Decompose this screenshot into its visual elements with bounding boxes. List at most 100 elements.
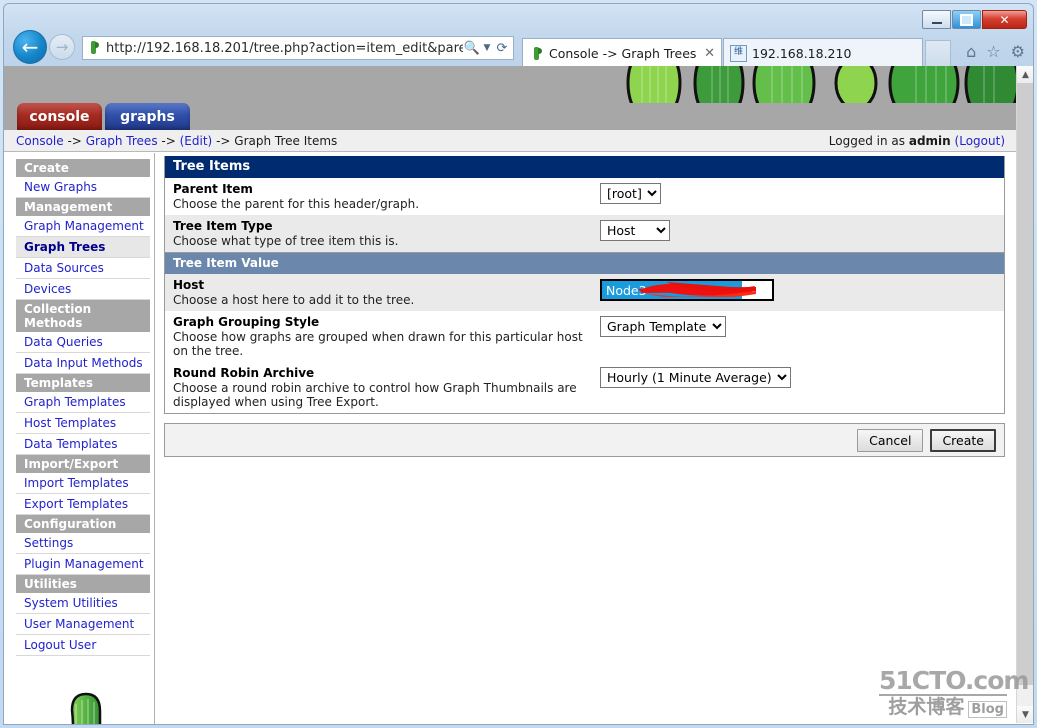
sidebar-item-new-graphs[interactable]: New Graphs bbox=[16, 177, 150, 198]
scrollbar-thumb[interactable] bbox=[1017, 83, 1033, 685]
host-select-value: Node3 bbox=[602, 281, 742, 299]
form-row-host: Host Choose a host here to add it to the… bbox=[165, 274, 1004, 311]
cactus-icon bbox=[70, 692, 101, 724]
sidebar-item-export-templates[interactable]: Export Templates bbox=[16, 494, 150, 515]
close-button[interactable]: ✕ bbox=[982, 10, 1027, 29]
sidebar-item-plugin-management[interactable]: Plugin Management bbox=[16, 554, 150, 575]
form-row-tree-item-type: Tree Item Type Choose what type of tree … bbox=[165, 215, 1004, 252]
breadcrumb: Console -> Graph Trees -> (Edit) -> Grap… bbox=[4, 134, 337, 148]
sidebar-item-data-sources[interactable]: Data Sources bbox=[16, 258, 150, 279]
sidebar-item-user-management[interactable]: User Management bbox=[16, 614, 150, 635]
browser-tab-1[interactable]: Console -> Graph Trees ... ✕ bbox=[522, 38, 722, 67]
help-tree-item-type: Choose what type of tree item this is. bbox=[173, 234, 399, 248]
back-button[interactable]: ← bbox=[13, 30, 47, 64]
form-button-row: Cancel Create bbox=[164, 423, 1005, 457]
sidebar-header-import-export: Import/Export bbox=[16, 455, 150, 473]
sidebar-item-logout-user[interactable]: Logout User bbox=[16, 635, 150, 656]
sidebar-header-management: Management bbox=[16, 198, 150, 216]
form-row-parent-item-control: [root] bbox=[600, 182, 998, 204]
sidebar-item-data-input-methods[interactable]: Data Input Methods bbox=[16, 353, 150, 374]
browser-tab-2[interactable]: 维 192.168.18.210 bbox=[723, 38, 923, 67]
forward-arrow-icon: → bbox=[55, 37, 69, 56]
label-parent-item: Parent Item bbox=[173, 182, 253, 196]
cacti-banner bbox=[4, 66, 1017, 105]
sidebar-item-import-templates[interactable]: Import Templates bbox=[16, 473, 150, 494]
tab-graphs[interactable]: graphs bbox=[105, 103, 190, 130]
form-row-round-robin-archive-control: Hourly (1 Minute Average) bbox=[600, 366, 998, 388]
help-round-robin-archive: Choose a round robin archive to control … bbox=[173, 381, 577, 409]
breadcrumb-graph-trees[interactable]: Graph Trees bbox=[86, 134, 158, 148]
login-prefix: Logged in as bbox=[828, 133, 906, 148]
sidebar-header-create: Create bbox=[16, 159, 150, 177]
scroll-down-button[interactable]: ▼ bbox=[1017, 706, 1033, 723]
help-host: Choose a host here to add it to the tree… bbox=[173, 293, 415, 307]
label-host: Host bbox=[173, 278, 205, 292]
new-tab-button[interactable] bbox=[925, 40, 951, 67]
cancel-button[interactable]: Cancel bbox=[857, 428, 924, 452]
help-parent-item: Choose the parent for this header/graph. bbox=[173, 197, 420, 211]
sidebar: Create New Graphs Management Graph Manag… bbox=[4, 153, 155, 724]
refresh-icon[interactable]: ⟳ bbox=[493, 41, 511, 56]
create-button[interactable]: Create bbox=[930, 428, 996, 452]
logout-link[interactable]: (Logout) bbox=[955, 134, 1005, 148]
login-info: Logged in as admin (Logout) bbox=[829, 134, 1017, 148]
chevron-down-icon[interactable]: ▼ bbox=[481, 43, 493, 53]
form-row-tree-item-type-desc: Tree Item Type Choose what type of tree … bbox=[173, 219, 600, 248]
sidebar-item-graph-templates[interactable]: Graph Templates bbox=[16, 392, 150, 413]
tree-item-type-select[interactable]: Host bbox=[600, 220, 670, 241]
home-icon[interactable]: ⌂ bbox=[966, 42, 976, 61]
tab-console[interactable]: console bbox=[17, 103, 102, 130]
maximize-button[interactable] bbox=[952, 10, 981, 29]
sidebar-header-configuration: Configuration bbox=[16, 515, 150, 533]
tree-items-form: Tree Items Parent Item Choose the parent… bbox=[164, 156, 1005, 414]
breadcrumb-sep-1: -> bbox=[67, 133, 82, 148]
close-icon: ✕ bbox=[999, 12, 1010, 27]
login-username: admin bbox=[908, 133, 951, 148]
address-bar[interactable]: http://192.168.18.201/tree.php?action=it… bbox=[82, 36, 514, 60]
search-icon[interactable]: 🔍 bbox=[463, 41, 481, 56]
label-round-robin-archive: Round Robin Archive bbox=[173, 366, 315, 380]
browser-toolbar-icons: ⌂ ☆ ⚙ bbox=[966, 42, 1025, 61]
help-graph-grouping-style: Choose how graphs are grouped when drawn… bbox=[173, 330, 583, 358]
sidebar-item-data-templates[interactable]: Data Templates bbox=[16, 434, 150, 455]
browser-tab-1-label: Console -> Graph Trees ... bbox=[549, 45, 701, 61]
section-header-tree-item-value: Tree Item Value bbox=[165, 252, 1004, 274]
chevron-down-icon: ▼ bbox=[1022, 709, 1029, 720]
browser-window: ✕ ← → http://192.168.18.201/tree.php?act… bbox=[0, 0, 1037, 728]
forward-button[interactable]: → bbox=[49, 34, 75, 60]
form-row-graph-grouping-style: Graph Grouping Style Choose how graphs a… bbox=[165, 311, 1004, 362]
minimize-button[interactable] bbox=[922, 10, 951, 29]
graph-grouping-style-select[interactable]: Graph Template bbox=[600, 316, 726, 337]
cacti-icon bbox=[529, 46, 544, 61]
round-robin-archive-select[interactable]: Hourly (1 Minute Average) bbox=[600, 367, 791, 388]
host-select-wrapper[interactable]: Node3 ▾ bbox=[600, 279, 774, 301]
chevron-down-icon[interactable]: ▾ bbox=[742, 281, 760, 299]
chevron-up-icon: ▲ bbox=[1022, 69, 1029, 80]
sidebar-header-templates: Templates bbox=[16, 374, 150, 392]
cactus-banner-art bbox=[626, 66, 1017, 103]
favorites-star-icon[interactable]: ☆ bbox=[986, 42, 1000, 61]
parent-item-select[interactable]: [root] bbox=[600, 183, 661, 204]
sidebar-item-devices[interactable]: Devices bbox=[16, 279, 150, 300]
sidebar-item-data-queries[interactable]: Data Queries bbox=[16, 332, 150, 353]
page-scrollbar[interactable]: ▲ ▼ bbox=[1016, 66, 1033, 723]
label-tree-item-type: Tree Item Type bbox=[173, 219, 273, 233]
tab-close-icon[interactable]: ✕ bbox=[700, 46, 715, 61]
sidebar-item-system-utilities[interactable]: System Utilities bbox=[16, 593, 150, 614]
window-controls: ✕ bbox=[922, 10, 1027, 29]
breadcrumb-edit[interactable]: (Edit) bbox=[180, 134, 213, 148]
settings-gear-icon[interactable]: ⚙ bbox=[1011, 42, 1025, 61]
sidebar-item-graph-trees[interactable]: Graph Trees bbox=[16, 237, 150, 258]
minimize-icon bbox=[931, 21, 942, 24]
sidebar-item-settings[interactable]: Settings bbox=[16, 533, 150, 554]
cactus-logo bbox=[16, 678, 151, 724]
back-arrow-icon: ← bbox=[21, 35, 39, 59]
scroll-up-button[interactable]: ▲ bbox=[1017, 66, 1033, 83]
page-content: Create New Graphs Management Graph Manag… bbox=[4, 153, 1017, 724]
form-row-graph-grouping-style-control: Graph Template bbox=[600, 315, 998, 337]
host-select[interactable]: Node3 ▾ bbox=[600, 279, 774, 301]
breadcrumb-console[interactable]: Console bbox=[16, 134, 64, 148]
url-text[interactable]: http://192.168.18.201/tree.php?action=it… bbox=[106, 41, 463, 56]
sidebar-item-host-templates[interactable]: Host Templates bbox=[16, 413, 150, 434]
sidebar-item-graph-management[interactable]: Graph Management bbox=[16, 216, 150, 237]
